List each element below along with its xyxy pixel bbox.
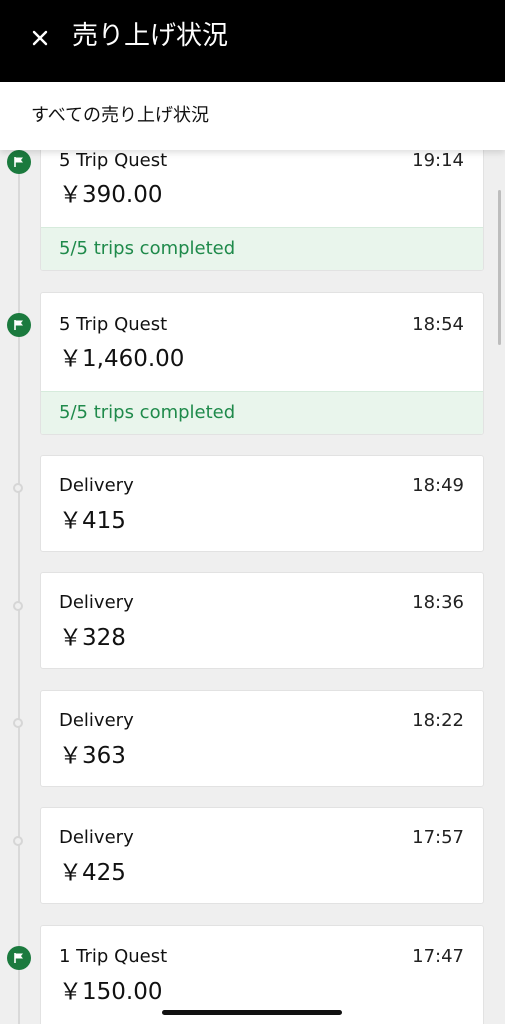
page-title: 売り上げ状況 [72, 21, 229, 51]
earning-card-delivery[interactable]: Delivery 18:36 ￥328 [40, 572, 484, 669]
entry-amount: ￥363 [59, 743, 126, 769]
earnings-filter-bar[interactable]: すべての売り上げ状況 [0, 82, 505, 150]
home-indicator[interactable] [162, 1010, 342, 1015]
quest-completed-status: 5/5 trips completed [41, 391, 483, 434]
timeline-dot [13, 601, 23, 611]
flag-icon [7, 946, 31, 970]
timeline-dot [13, 483, 23, 493]
quest-completed-status: 5/5 trips completed [41, 227, 483, 270]
entry-name: Delivery [59, 475, 134, 496]
entry-name: 5 Trip Quest [59, 150, 168, 171]
timeline-dot [13, 718, 23, 728]
entry-name: Delivery [59, 827, 134, 848]
entry-time: 17:57 [412, 827, 464, 848]
flag-icon [7, 150, 31, 174]
timeline-line [18, 150, 20, 1024]
close-icon [32, 30, 48, 46]
entry-time: 17:47 [412, 946, 464, 967]
entry-amount: ￥415 [59, 508, 126, 534]
entry-amount: ￥1,460.00 [59, 346, 185, 372]
earning-card-delivery[interactable]: Delivery 17:57 ￥425 [40, 807, 484, 904]
timeline-dot [13, 836, 23, 846]
app-header: 売り上げ状況 [0, 0, 505, 82]
filter-label: すべての売り上げ状況 [31, 105, 210, 126]
entry-time: 19:14 [412, 150, 464, 171]
entry-time: 18:49 [412, 475, 464, 496]
entry-time: 18:54 [412, 314, 464, 335]
entry-time: 18:22 [412, 710, 464, 731]
entry-name: Delivery [59, 592, 134, 613]
entry-name: 1 Trip Quest [59, 946, 168, 967]
entry-amount: ￥328 [59, 625, 126, 651]
entry-amount: ￥390.00 [59, 182, 163, 208]
earning-card-delivery[interactable]: Delivery 18:49 ￥415 [40, 455, 484, 552]
scrollbar[interactable] [498, 190, 501, 345]
entry-name: 5 Trip Quest [59, 314, 168, 335]
entry-amount: ￥150.00 [59, 979, 163, 1005]
close-button[interactable] [18, 16, 62, 60]
entry-amount: ￥425 [59, 860, 126, 886]
flag-icon [7, 313, 31, 337]
earning-card-quest[interactable]: 5 Trip Quest 18:54 ￥1,460.00 5/5 trips c… [40, 292, 484, 435]
entry-name: Delivery [59, 710, 134, 731]
entry-time: 18:36 [412, 592, 464, 613]
earnings-screen: 5 Trip Quest 19:14 ￥390.00 5/5 trips com… [0, 0, 505, 1024]
earning-card-delivery[interactable]: Delivery 18:22 ￥363 [40, 690, 484, 787]
